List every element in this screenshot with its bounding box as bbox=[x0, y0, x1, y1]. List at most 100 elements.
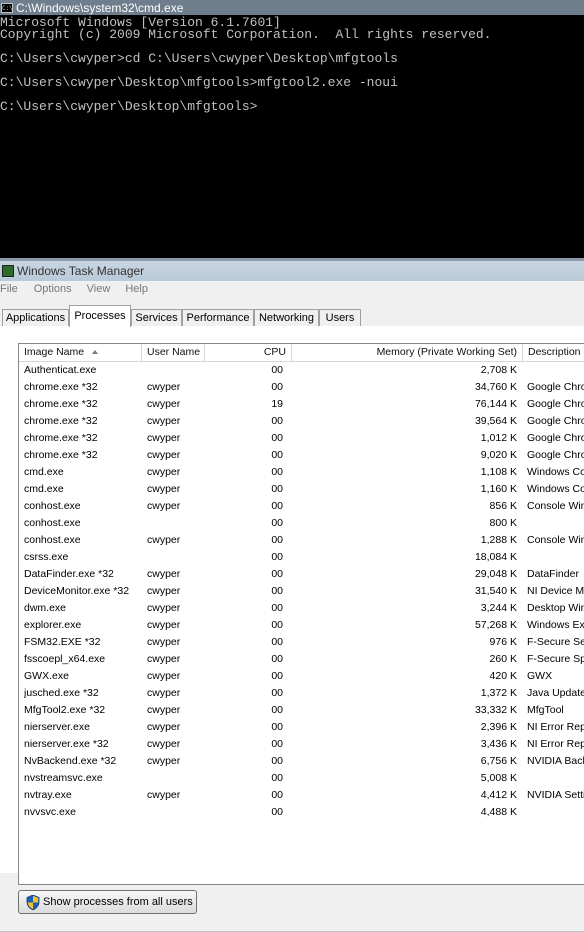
cmd-titlebar[interactable]: C:\ C:\Windows\system32\cmd.exe bbox=[0, 0, 584, 15]
cell-description: MfgTool bbox=[527, 704, 564, 716]
cell-memory: 1,288 K bbox=[480, 534, 517, 546]
menu-options[interactable]: Options bbox=[34, 283, 72, 299]
cell-image-name: MfgTool2.exe *32 bbox=[24, 704, 106, 716]
cell-user-name: cwyper bbox=[147, 653, 181, 665]
cell-user-name: cwyper bbox=[147, 466, 181, 478]
cell-image-name: chrome.exe *32 bbox=[24, 449, 98, 461]
cell-image-name: DataFinder.exe *32 bbox=[24, 568, 114, 580]
cell-description: F-Secure Se bbox=[527, 636, 584, 648]
cell-cpu: 00 bbox=[271, 670, 283, 682]
console-line: C:\Users\cwyper\Desktop\mfgtools>mfgtool… bbox=[0, 75, 398, 90]
cell-memory: 39,564 K bbox=[474, 415, 517, 427]
cell-description: Google Chro bbox=[527, 415, 584, 427]
process-row[interactable]: chrome.exe *32 cwyper 00 34,760 K Google Chr… bbox=[19, 379, 584, 396]
process-row[interactable]: nvvsvc.exe 00 4,488 K bbox=[19, 804, 584, 821]
menu-file[interactable]: File bbox=[0, 283, 18, 299]
cell-user-name: cwyper bbox=[147, 500, 181, 512]
process-row[interactable]: nvstreamsvc.exe 00 5,008 K bbox=[19, 770, 584, 787]
cmd-window[interactable]: C:\ C:\Windows\system32\cmd.exe Microsof… bbox=[0, 0, 584, 258]
cell-image-name: conhost.exe bbox=[24, 534, 81, 546]
cell-user-name: cwyper bbox=[147, 568, 181, 580]
console-line: C:\Users\cwyper>cd C:\Users\cwyper\Deskt… bbox=[0, 51, 398, 66]
tab-services[interactable]: Services bbox=[131, 309, 182, 326]
cell-cpu: 00 bbox=[271, 721, 283, 733]
column-header-description[interactable]: Description bbox=[523, 344, 584, 361]
cell-cpu: 00 bbox=[271, 636, 283, 648]
cell-user-name bbox=[147, 804, 207, 821]
process-row[interactable]: chrome.exe *32 cwyper 00 9,020 K Google Chro bbox=[19, 447, 584, 464]
column-header-cpu[interactable]: CPU bbox=[205, 344, 292, 361]
menu-help[interactable]: Help bbox=[125, 283, 148, 299]
cell-user-name bbox=[147, 362, 207, 379]
process-row[interactable]: conhost.exe 00 800 K bbox=[19, 515, 584, 532]
process-row[interactable]: NvBackend.exe *32 cwyper 00 6,756 K NVIDIA B… bbox=[19, 753, 584, 770]
cell-image-name: chrome.exe *32 bbox=[24, 432, 98, 444]
cell-memory: 34,760 K bbox=[474, 381, 517, 393]
tab-networking[interactable]: Networking bbox=[254, 309, 319, 326]
cell-cpu: 00 bbox=[271, 517, 283, 529]
task-manager-titlebar[interactable]: Windows Task Manager bbox=[0, 261, 584, 281]
column-header-image-name[interactable]: Image Name bbox=[19, 344, 142, 361]
process-row[interactable]: dwm.exe cwyper 00 3,244 K Desktop Win bbox=[19, 600, 584, 617]
process-list[interactable]: Image Name User Name CPU Memory (Private… bbox=[18, 343, 584, 885]
process-row[interactable]: cmd.exe cwyper 00 1,108 K Windows Co bbox=[19, 464, 584, 481]
cell-user-name: cwyper bbox=[147, 670, 181, 682]
process-row[interactable]: DataFinder.exe *32 cwyper 00 29,048 K DataFi… bbox=[19, 566, 584, 583]
column-header-memory[interactable]: Memory (Private Working Set) bbox=[292, 344, 523, 361]
tab-performance[interactable]: Performance bbox=[182, 309, 254, 326]
process-row[interactable]: Authenticat.exe 00 2,708 K bbox=[19, 362, 584, 379]
process-row[interactable]: MfgTool2.exe *32 cwyper 00 33,332 K MfgTool bbox=[19, 702, 584, 719]
process-row[interactable]: GWX.exe cwyper 00 420 K GWX bbox=[19, 668, 584, 685]
process-row[interactable]: csrss.exe 00 18,084 K bbox=[19, 549, 584, 566]
process-row[interactable]: DeviceMonitor.exe *32 cwyper 00 31,540 K NI … bbox=[19, 583, 584, 600]
processes-panel: Image Name User Name CPU Memory (Private… bbox=[0, 326, 584, 932]
cell-memory: 2,708 K bbox=[480, 364, 517, 376]
process-row[interactable]: explorer.exe cwyper 00 57,268 K Windows Ex bbox=[19, 617, 584, 634]
cell-memory: 1,108 K bbox=[480, 466, 517, 478]
process-row[interactable]: conhost.exe cwyper 00 856 K Console Win bbox=[19, 498, 584, 515]
cell-cpu: 00 bbox=[271, 619, 283, 631]
process-row[interactable]: FSM32.EXE *32 cwyper 00 976 K F-Secure Se bbox=[19, 634, 584, 651]
column-header-user-name[interactable]: User Name bbox=[142, 344, 205, 361]
process-list-header: Image Name User Name CPU Memory (Private… bbox=[19, 344, 584, 362]
cell-memory: 1,160 K bbox=[480, 483, 517, 495]
cell-memory: 260 K bbox=[489, 653, 517, 665]
process-row[interactable]: fsscoepl_x64.exe cwyper 00 260 K F-Secure Sp bbox=[19, 651, 584, 668]
cell-user-name bbox=[147, 515, 207, 532]
cell-description: Google Chro bbox=[527, 449, 584, 461]
cell-memory: 3,244 K bbox=[480, 602, 517, 614]
process-row[interactable]: chrome.exe *32 cwyper 00 1,012 K Google Chro bbox=[19, 430, 584, 447]
cell-description: F-Secure Sp bbox=[527, 653, 584, 665]
tab-processes[interactable]: Processes bbox=[69, 305, 131, 327]
process-row[interactable]: nvtray.exe cwyper 00 4,412 K NVIDIA Setti bbox=[19, 787, 584, 804]
cell-user-name: cwyper bbox=[147, 602, 181, 614]
uac-shield-icon bbox=[26, 894, 40, 910]
process-row[interactable]: cmd.exe cwyper 00 1,160 K Windows Co bbox=[19, 481, 584, 498]
cell-user-name: cwyper bbox=[147, 432, 181, 444]
tab-users[interactable]: Users bbox=[319, 309, 361, 326]
process-row[interactable]: chrome.exe *32 cwyper 00 39,564 K Google Chr… bbox=[19, 413, 584, 430]
tab-applications[interactable]: Applications bbox=[2, 309, 69, 326]
cell-image-name: chrome.exe *32 bbox=[24, 398, 98, 410]
process-row[interactable]: nierserver.exe *32 cwyper 00 3,436 K NI Erro… bbox=[19, 736, 584, 753]
cmd-window-title: C:\Windows\system32\cmd.exe bbox=[16, 0, 184, 15]
cmd-console-output[interactable]: Microsoft Windows [Version 6.1.7601] Cop… bbox=[0, 16, 584, 113]
show-all-processes-button[interactable]: Show processes from all users bbox=[18, 890, 197, 914]
process-row[interactable]: conhost.exe cwyper 00 1,288 K Console Win bbox=[19, 532, 584, 549]
cell-description bbox=[527, 362, 584, 379]
process-row[interactable]: chrome.exe *32 cwyper 19 76,144 K Google Chr… bbox=[19, 396, 584, 413]
cell-cpu: 00 bbox=[271, 789, 283, 801]
cell-cpu: 00 bbox=[271, 568, 283, 580]
menu-view[interactable]: View bbox=[87, 283, 111, 299]
cmd-app-icon: C:\ bbox=[1, 2, 13, 13]
cell-description bbox=[527, 549, 584, 566]
console-prompt-line[interactable]: C:\Users\cwyper\Desktop\mfgtools> bbox=[0, 100, 584, 113]
cell-user-name bbox=[147, 770, 207, 787]
console-line: Copyright (c) 2009 Microsoft Corporation… bbox=[0, 27, 492, 42]
task-manager-window[interactable]: Windows Task Manager File Options View H… bbox=[0, 261, 584, 932]
process-row[interactable]: nierserver.exe cwyper 00 2,396 K NI Error Re… bbox=[19, 719, 584, 736]
cell-cpu: 00 bbox=[271, 687, 283, 699]
cell-memory: 5,008 K bbox=[480, 772, 517, 784]
cell-description: Windows Co bbox=[527, 466, 584, 478]
process-row[interactable]: jusched.exe *32 cwyper 00 1,372 K Java Updat… bbox=[19, 685, 584, 702]
